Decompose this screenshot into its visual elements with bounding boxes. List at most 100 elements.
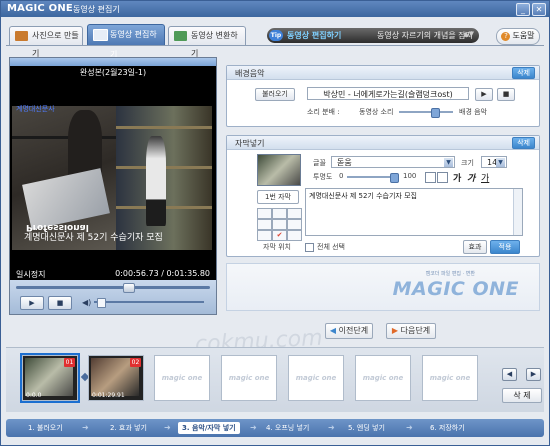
apply-button[interactable]: 적용: [490, 240, 520, 254]
position-top-center[interactable]: [272, 208, 287, 219]
position-bottom-left[interactable]: [257, 230, 272, 241]
volume-thumb[interactable]: [97, 298, 107, 308]
subtitle-text-area[interactable]: 계명대신문사 제 52기 수습기자 모집: [305, 188, 523, 236]
music-play-button[interactable]: ▶: [475, 88, 493, 101]
clip-delete-button[interactable]: 삭 제: [502, 388, 542, 403]
photo-icon: [15, 31, 28, 41]
step-music-subtitle[interactable]: 3. 음악/자막 넣기: [178, 422, 240, 434]
step-load[interactable]: 1. 불러오기: [28, 422, 63, 434]
prev-step-label: 이전단계: [338, 326, 369, 335]
empty-clip-slot[interactable]: magic one: [422, 355, 478, 401]
bgm-panel: 배경음악 삭제 불러오기 박상민 - 너에게로가는길(슬램덩크ost) ▶ ■ …: [226, 65, 540, 127]
balance-slider[interactable]: [399, 108, 453, 118]
subtitle-item-1[interactable]: 1번 자막: [257, 190, 299, 204]
select-all-checkbox[interactable]: [305, 243, 314, 252]
music-file-field[interactable]: 박상민 - 너에게로가는길(슬램덩크ost): [307, 87, 469, 100]
position-top-right[interactable]: [287, 208, 302, 219]
bgm-title: 배경음악: [235, 69, 265, 78]
bgm-delete-button[interactable]: 삭제: [512, 67, 535, 79]
stop-button[interactable]: ■: [48, 296, 72, 310]
subtitle-delete-button[interactable]: 삭제: [512, 137, 535, 149]
scrollbar[interactable]: [513, 189, 522, 235]
bgm-header: 배경음악 삭제: [227, 66, 539, 80]
position-bottom-right[interactable]: [287, 230, 302, 241]
empty-clip-slot[interactable]: magic one: [288, 355, 344, 401]
chevron-down-icon[interactable]: ▼: [496, 158, 505, 167]
tab-edit-video[interactable]: 동영상 편집하기: [87, 24, 165, 59]
step-opening[interactable]: 4. 오프닝 넣기: [266, 422, 309, 434]
seek-bar[interactable]: [16, 283, 210, 293]
effect-button[interactable]: 효과: [463, 240, 487, 254]
window-title: 동영상 편집기: [73, 5, 120, 14]
opacity-min: 0: [339, 172, 344, 180]
title-bar[interactable]: MAGIC ONE 동영상 편집기 _ ✕: [1, 1, 549, 17]
timeline-clip[interactable]: 01 0:0.0: [20, 353, 80, 403]
tip-scroll-icon[interactable]: ▲▼: [463, 30, 474, 38]
position-middle-left[interactable]: [257, 219, 272, 230]
empty-clip-slot[interactable]: magic one: [221, 355, 277, 401]
position-top-left[interactable]: [257, 208, 272, 219]
step-save[interactable]: 6. 저장하기: [430, 422, 465, 434]
film-icon: [93, 29, 108, 41]
volume-slider[interactable]: [94, 298, 204, 308]
minimize-icon[interactable]: _: [516, 3, 530, 16]
tab-convert-video[interactable]: 동영상 변환하기: [168, 26, 246, 58]
step-arrow-icon: ➜: [406, 423, 413, 432]
help-icon: ?: [501, 32, 511, 41]
clip-time: 0:01:29.91: [92, 392, 125, 399]
scroll-right-icon[interactable]: ▶: [526, 368, 541, 381]
position-middle-right[interactable]: [287, 219, 302, 230]
preview-header: [10, 58, 216, 66]
bold-button[interactable]: 가: [453, 171, 461, 184]
clip-number-badge: 02: [130, 358, 141, 367]
scroll-left-icon[interactable]: ◀: [502, 368, 517, 381]
close-icon[interactable]: ✕: [532, 3, 546, 16]
balance-thumb[interactable]: [430, 108, 440, 118]
player-controls: ▶ ■ ◀): [10, 280, 216, 314]
opacity-label: 투명도: [313, 173, 333, 181]
size-select[interactable]: 14 ▼: [481, 156, 507, 168]
next-step-button[interactable]: ▶ 다음단계: [386, 323, 436, 339]
text-color-swatch[interactable]: [425, 172, 436, 183]
font-value: 돋움: [337, 158, 352, 167]
open-music-button[interactable]: 불러오기: [255, 88, 295, 101]
tip-bar[interactable]: Tip 동영상 편집하기 동영상 자르기의 개념을 잡지 ▲▼: [267, 28, 479, 43]
position-label: 자막 위치: [263, 243, 291, 251]
subtitle-header: 자막넣기 삭제: [227, 136, 539, 150]
empty-clip-slot[interactable]: magic one: [154, 355, 210, 401]
step-arrow-icon: ➜: [250, 423, 257, 432]
step-bar: 1. 불러오기 ➜ 2. 효과 넣기 ➜ 3. 음악/자막 넣기 ➜ 4. 오프…: [6, 419, 544, 437]
step-ending[interactable]: 5. 엔딩 넣기: [348, 422, 385, 434]
help-button[interactable]: ? 도움말: [496, 28, 540, 45]
tip-title: 동영상 편집하기: [287, 31, 342, 40]
opacity-slider[interactable]: [347, 173, 399, 183]
opacity-max: 100: [403, 172, 417, 180]
outline-color-swatch[interactable]: [437, 172, 448, 183]
video-overlay-subtitle: 계명대신문사 제 52기 수습기자 모집: [24, 233, 163, 243]
subtitle-position-grid[interactable]: ✔: [257, 208, 302, 241]
step-arrow-icon: ➜: [82, 423, 89, 432]
italic-button[interactable]: 가: [467, 171, 475, 184]
tip-text: 동영상 자르기의 개념을 잡지: [377, 31, 473, 40]
position-middle-center[interactable]: [272, 219, 287, 230]
clip-number-badge: 01: [64, 358, 75, 367]
seek-thumb[interactable]: [123, 283, 136, 293]
divider: [6, 45, 544, 46]
tab-photo[interactable]: 사진으로 만들기: [9, 26, 83, 58]
position-bottom-center[interactable]: ✔: [272, 230, 287, 241]
step-effects[interactable]: 2. 효과 넣기: [110, 422, 147, 434]
app-logo: MAGIC ONE: [7, 3, 73, 14]
music-stop-button[interactable]: ■: [497, 88, 515, 101]
volume-icon: ◀): [82, 298, 92, 307]
chevron-down-icon[interactable]: ▼: [444, 158, 453, 167]
prev-step-button[interactable]: ◀ 이전단계: [325, 323, 373, 339]
play-button[interactable]: ▶: [20, 296, 44, 310]
brand-area: 캠코더 파일 편집 · 변환 MAGIC ONE: [226, 263, 540, 311]
underline-button[interactable]: 가: [481, 171, 489, 184]
font-select[interactable]: 돋움 ▼: [331, 156, 455, 168]
clip-time: 0:0.0: [26, 392, 42, 399]
brand-tagline: 캠코더 파일 편집 · 변환: [425, 271, 475, 277]
timeline-clip[interactable]: 02 0:01:29.91: [88, 355, 144, 401]
empty-clip-slot[interactable]: magic one: [355, 355, 411, 401]
opacity-thumb[interactable]: [390, 173, 399, 183]
